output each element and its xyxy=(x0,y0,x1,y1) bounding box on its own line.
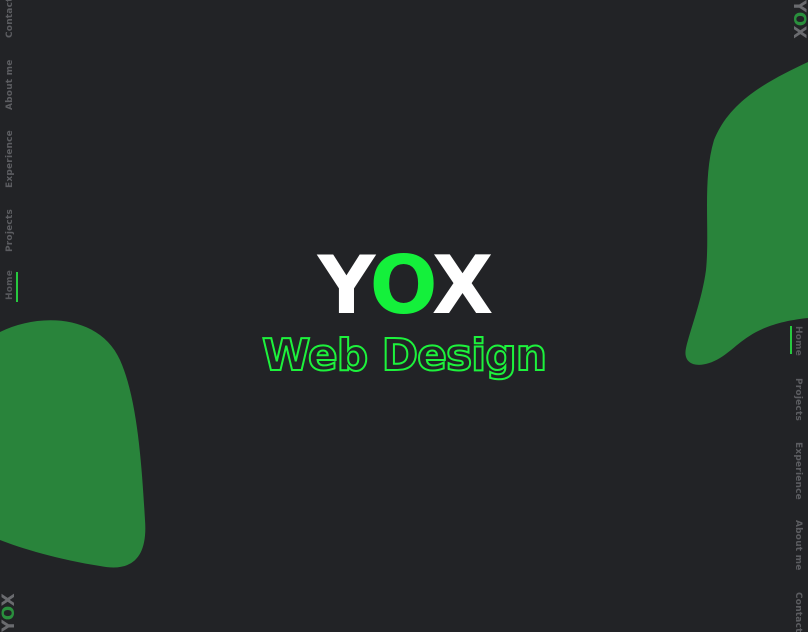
corner-logo-y: Y xyxy=(789,0,808,12)
corner-logo-o: O xyxy=(0,606,19,621)
corner-logo-x: X xyxy=(789,25,808,39)
hero-logo: YOX Web Design xyxy=(0,246,808,381)
corner-logo-top-right[interactable]: YOX xyxy=(789,0,808,39)
right-nav-about[interactable]: About me xyxy=(793,520,803,571)
right-nav-projects[interactable]: Projects xyxy=(793,378,803,421)
left-nav-contact[interactable]: Contact xyxy=(5,0,15,38)
brand-letter-y: Y xyxy=(317,239,373,332)
right-nav-experience[interactable]: Experience xyxy=(793,442,803,500)
corner-logo-bottom-left[interactable]: YOX xyxy=(0,593,19,632)
right-nav-contact[interactable]: Contact xyxy=(793,592,803,632)
brand-wordmark: YOX xyxy=(0,246,808,326)
brand-letter-o: O xyxy=(369,239,435,332)
corner-logo-o: O xyxy=(789,11,808,26)
brand-tagline: Web Design xyxy=(261,330,548,381)
corner-logo-y: Y xyxy=(0,620,19,632)
brand-letter-x: X xyxy=(431,239,494,332)
left-nav-about[interactable]: About me xyxy=(5,59,15,110)
left-nav-experience[interactable]: Experience xyxy=(5,130,15,188)
corner-logo-x: X xyxy=(0,593,19,607)
